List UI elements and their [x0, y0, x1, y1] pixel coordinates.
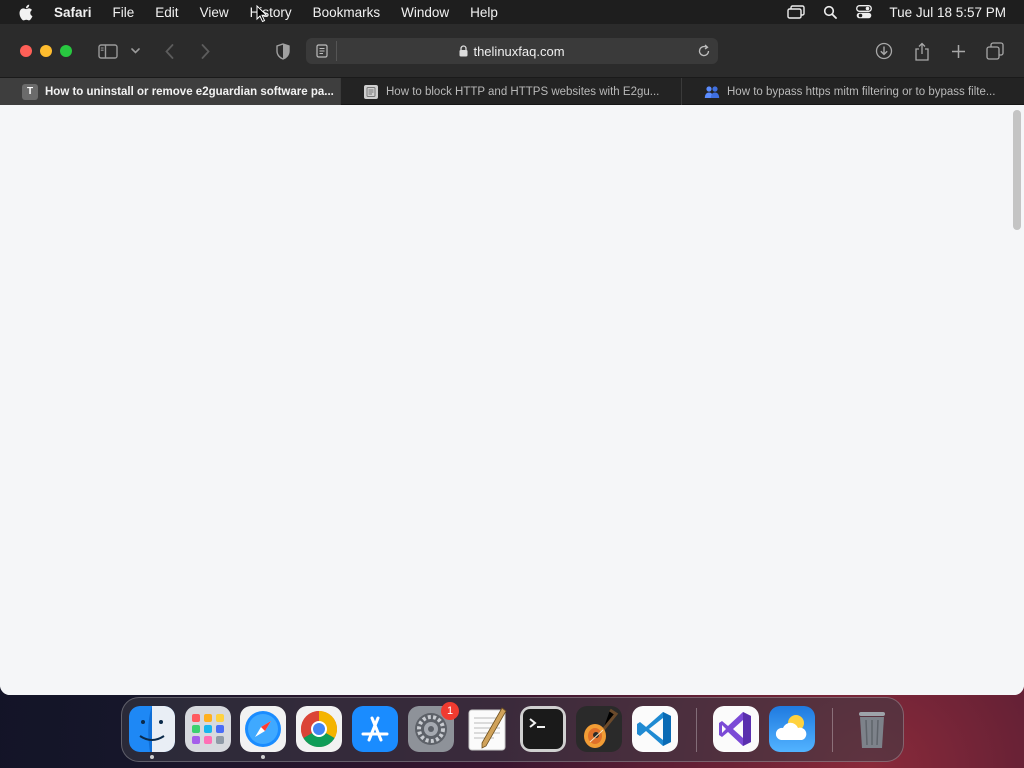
safari-toolbar: thelinuxfaq.com [0, 24, 1024, 78]
finder-icon[interactable] [129, 706, 175, 752]
apple-menu-icon[interactable] [18, 3, 36, 21]
dock [121, 697, 904, 762]
safari-running-indicator [261, 755, 265, 759]
safari-icon[interactable] [240, 706, 286, 752]
launchpad-icon[interactable] [185, 706, 231, 752]
people-icon [704, 84, 720, 100]
spotlight-search-icon[interactable] [819, 4, 841, 20]
weather-icon[interactable] [769, 706, 815, 752]
screen-mirroring-icon[interactable] [785, 4, 807, 20]
mouse-cursor-icon [256, 4, 268, 23]
address-bar[interactable]: thelinuxfaq.com [306, 38, 718, 64]
dock-divider [696, 708, 697, 752]
visual-studio-icon[interactable] [713, 706, 759, 752]
tab-block-http-https[interactable]: How to block HTTP and HTTPS websites wit… [341, 78, 682, 105]
new-tab-plus-icon[interactable] [948, 39, 968, 63]
window-minimize-button[interactable] [40, 45, 52, 57]
menu-safari[interactable]: Safari [54, 5, 92, 20]
tab-title: How to bypass https mitm filtering or to… [727, 85, 996, 98]
lock-icon [459, 45, 468, 57]
window-zoom-button[interactable] [60, 45, 72, 57]
tab-bypass-https-mitm[interactable]: How to bypass https mitm filtering or to… [682, 78, 1023, 105]
garageband-icon[interactable] [576, 706, 622, 752]
dock-divider [832, 708, 833, 752]
menu-help[interactable]: Help [470, 5, 498, 20]
tab-bar: T How to uninstall or remove e2guardian … [0, 78, 1024, 105]
forward-chevron-icon[interactable] [196, 39, 214, 63]
share-icon[interactable] [912, 39, 932, 63]
menu-bar: Safari File Edit View History Bookmarks … [0, 0, 1024, 24]
trash-icon[interactable] [849, 706, 895, 752]
vscode-icon[interactable] [632, 706, 678, 752]
menu-view[interactable]: View [200, 5, 229, 20]
menu-bar-clock[interactable]: Tue Jul 18 5:57 PM [889, 5, 1006, 20]
terminal-icon[interactable] [520, 706, 566, 752]
textedit-icon[interactable] [464, 706, 510, 752]
control-center-icon[interactable] [853, 4, 875, 20]
chrome-icon[interactable] [296, 706, 342, 752]
system-settings-notification-badge: 1 [441, 702, 459, 720]
menu-bookmarks[interactable]: Bookmarks [313, 5, 381, 20]
tab-e2guardian-uninstall[interactable]: T How to uninstall or remove e2guardian … [0, 78, 341, 105]
window-close-button[interactable] [20, 45, 32, 57]
page-icon [363, 84, 379, 100]
web-content-area[interactable] [0, 106, 1024, 695]
downloads-icon[interactable] [874, 39, 894, 63]
menu-window[interactable]: Window [401, 5, 449, 20]
vertical-scrollbar[interactable] [1013, 110, 1021, 230]
reload-icon[interactable] [696, 43, 712, 59]
tab-favicon-letter: T [22, 83, 38, 100]
menu-file[interactable]: File [113, 5, 135, 20]
safari-window: thelinuxfaq.com T How to uninstall or re… [0, 24, 1024, 695]
tab-title: How to uninstall or remove e2guardian so… [45, 85, 334, 98]
url-text[interactable]: thelinuxfaq.com [473, 44, 564, 59]
menu-edit[interactable]: Edit [155, 5, 178, 20]
tab-title: How to block HTTP and HTTPS websites wit… [386, 85, 660, 98]
app-store-icon[interactable] [352, 706, 398, 752]
privacy-shield-icon[interactable] [274, 39, 292, 63]
sidebar-toggle-icon[interactable] [96, 39, 120, 63]
back-chevron-icon[interactable] [160, 39, 178, 63]
tab-groups-chevron-down-icon[interactable] [128, 39, 142, 63]
finder-running-indicator [150, 755, 154, 759]
tab-overview-icon[interactable] [985, 39, 1005, 63]
